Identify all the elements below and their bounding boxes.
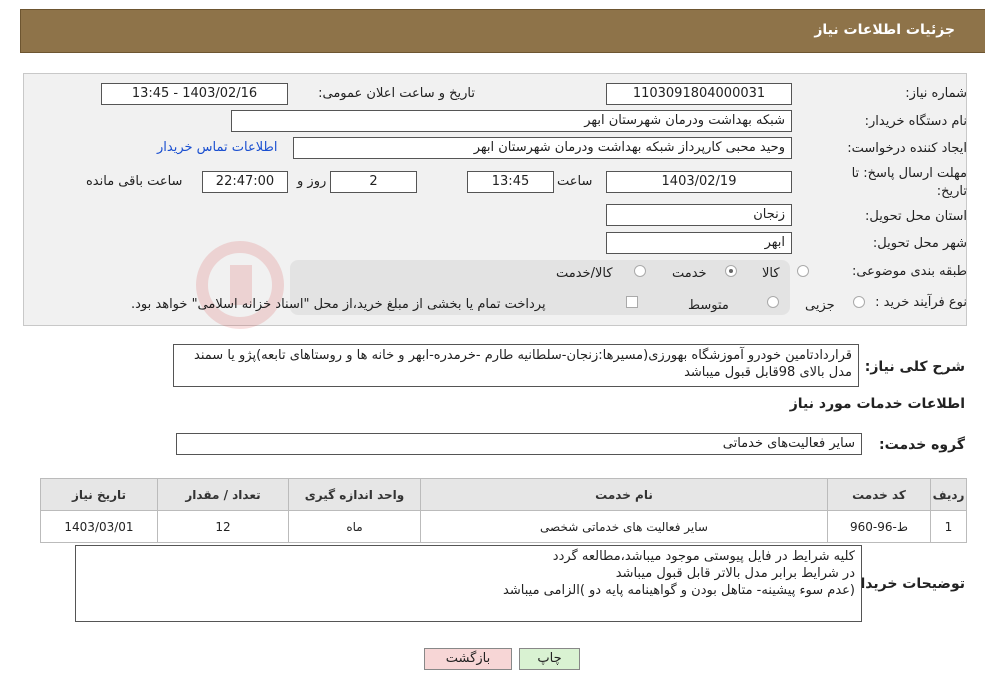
process-option-medium: متوسط [688,298,729,313]
category-option-service: خدمت [672,266,707,281]
service-group-field: سایر فعالیت‌های خدماتی [176,433,862,455]
city-field: ابهر [606,232,792,254]
services-section-title: اطلاعات خدمات مورد نیاز [789,396,965,412]
print-button[interactable]: چاپ [519,648,580,670]
process-label: نوع فرآیند خرید : [875,295,967,310]
days-label: روز و [297,174,327,189]
need-number-label: شماره نیاز: [905,86,967,101]
buyer-notes-textarea[interactable]: کلیه شرایط در فایل پیوستی موجود میباشد،م… [75,545,862,622]
cell-quantity: 12 [157,510,289,543]
days-field: 2 [330,171,417,193]
category-radio-goods[interactable] [797,265,809,277]
province-field: زنجان [606,204,792,226]
remaining-time-field: 22:47:00 [202,171,288,193]
deadline-date-field: 1403/02/19 [606,171,792,193]
page-title: جزئیات اطلاعات نیاز [814,22,955,38]
service-group-label: گروه خدمت: [879,437,965,453]
cell-row-number: 1 [930,510,967,543]
buyer-notes-line: (عدم سوء پیشینه- متاهل بودن و گواهینامه … [503,583,855,598]
process-radio-medium[interactable] [767,296,779,308]
process-option-minor: جزیی [805,298,835,313]
buyer-org-field: شبکه بهداشت ودرمان شهرستان ابهر [231,110,792,132]
description-textarea[interactable]: قراردادتامین خودرو آموزشگاه بهورزی(مسیره… [173,344,859,387]
category-radio-goods-service[interactable] [634,265,646,277]
remaining-time-label: ساعت باقی مانده [86,174,183,189]
category-option-goods: کالا [762,266,780,281]
creator-field: وحید محبی کارپرداز شبکه بهداشت ودرمان شه… [293,137,792,159]
col-header-service-name: نام خدمت [420,478,828,511]
col-header-quantity: تعداد / مقدار [157,478,289,511]
col-header-need-date: تاریخ نیاز [40,478,158,511]
description-label: شرح کلی نیاز: [864,359,965,375]
deadline-time-field: 13:45 [467,171,554,193]
buyer-notes-line: کلیه شرایط در فایل پیوستی موجود میباشد،م… [552,549,855,564]
page-header: جزئیات اطلاعات نیاز [20,9,985,53]
treasury-payment-checkbox[interactable] [626,296,638,308]
province-label: استان محل تحویل: [865,209,967,224]
cell-service-name: سایر فعالیت های خدماتی شخصی [420,510,828,543]
city-label: شهر محل تحویل: [872,236,967,251]
process-radio-minor[interactable] [853,296,865,308]
announce-datetime-label: تاریخ و ساعت اعلان عمومی: [318,86,475,101]
table-header-row: ردیف کد خدمت نام خدمت واحد اندازه گیری ت… [40,478,967,511]
category-label: طبقه بندی موضوعی: [851,264,967,279]
buyer-org-label: نام دستگاه خریدار: [864,114,967,129]
announce-datetime-field: 1403/02/16 - 13:45 [101,83,288,105]
col-header-unit: واحد اندازه گیری [288,478,421,511]
back-button[interactable]: بازگشت [424,648,512,670]
cell-service-code: ط-96-960 [827,510,931,543]
cell-unit: ماه [288,510,421,543]
buyer-contact-link[interactable]: اطلاعات تماس خریدار [157,140,277,155]
col-header-service-code: کد خدمت [827,478,931,511]
buyer-notes-line: در شرایط برابر مدل بالاتر قابل قبول میبا… [615,566,855,581]
need-number-field: 1103091804000031 [606,83,792,105]
table-row: 1 ط-96-960 سایر فعالیت های خدماتی شخصی م… [40,510,967,543]
deadline-time-label: ساعت [557,174,593,189]
category-radio-service[interactable] [725,265,737,277]
col-header-row-number: ردیف [930,478,967,511]
deadline-label-date: تاریخ: [936,184,967,199]
creator-label: ایجاد کننده درخواست: [847,141,967,156]
buyer-notes-label: توضیحات خریدار: [846,576,965,592]
category-option-goods-service: کالا/خدمت [556,266,613,281]
deadline-label: مهلت ارسال پاسخ: تا [851,166,967,181]
services-table: ردیف کد خدمت نام خدمت واحد اندازه گیری ت… [40,478,967,543]
cell-need-date: 1403/03/01 [40,510,158,543]
treasury-payment-note: پرداخت تمام یا بخشی از مبلغ خرید،از محل … [131,297,546,312]
